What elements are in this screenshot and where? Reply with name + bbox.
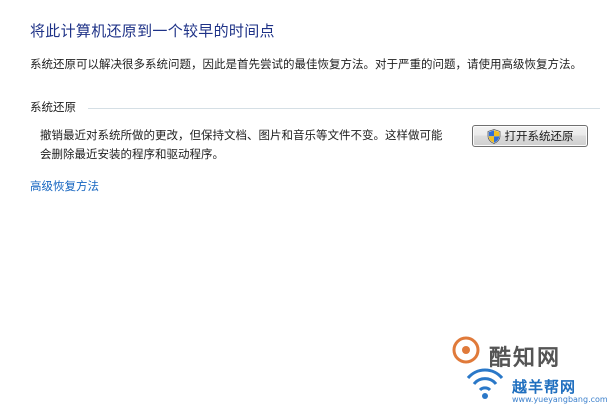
watermark-brand-bottom: 越羊帮网 [512,378,577,396]
section-divider [88,108,600,109]
watermark-wifi-icon [466,368,504,399]
description-line: 会删除最近安装的程序和驱动程序。 [40,147,224,161]
open-system-restore-label: 打开系统还原 [504,129,574,143]
advanced-recovery-link[interactable]: 高级恢复方法 [30,178,99,194]
uac-shield-icon [487,128,501,144]
system-restore-header: 系统还原 [30,100,76,114]
recovery-panel: 将此计算机还原到一个较早的时间点 系统还原可以解决很多系统问题，因此是首先尝试的… [0,0,612,411]
page-title: 将此计算机还原到一个较早的时间点 [30,22,275,40]
system-restore-description: 撤销最近对系统所做的更改，但保持文档、图片和音乐等文件不变。这样做可能 会删除最… [40,126,460,164]
watermark-url: www.yueyangbang.com [512,395,608,404]
intro-text: 系统还原可以解决很多系统问题，因此是首先尝试的最佳恢复方法。对于严重的问题，请使… [30,57,582,71]
open-system-restore-button[interactable]: 打开系统还原 [472,125,588,147]
description-line: 撤销最近对系统所做的更改，但保持文档、图片和音乐等文件不变。这样做可能 [40,128,443,142]
